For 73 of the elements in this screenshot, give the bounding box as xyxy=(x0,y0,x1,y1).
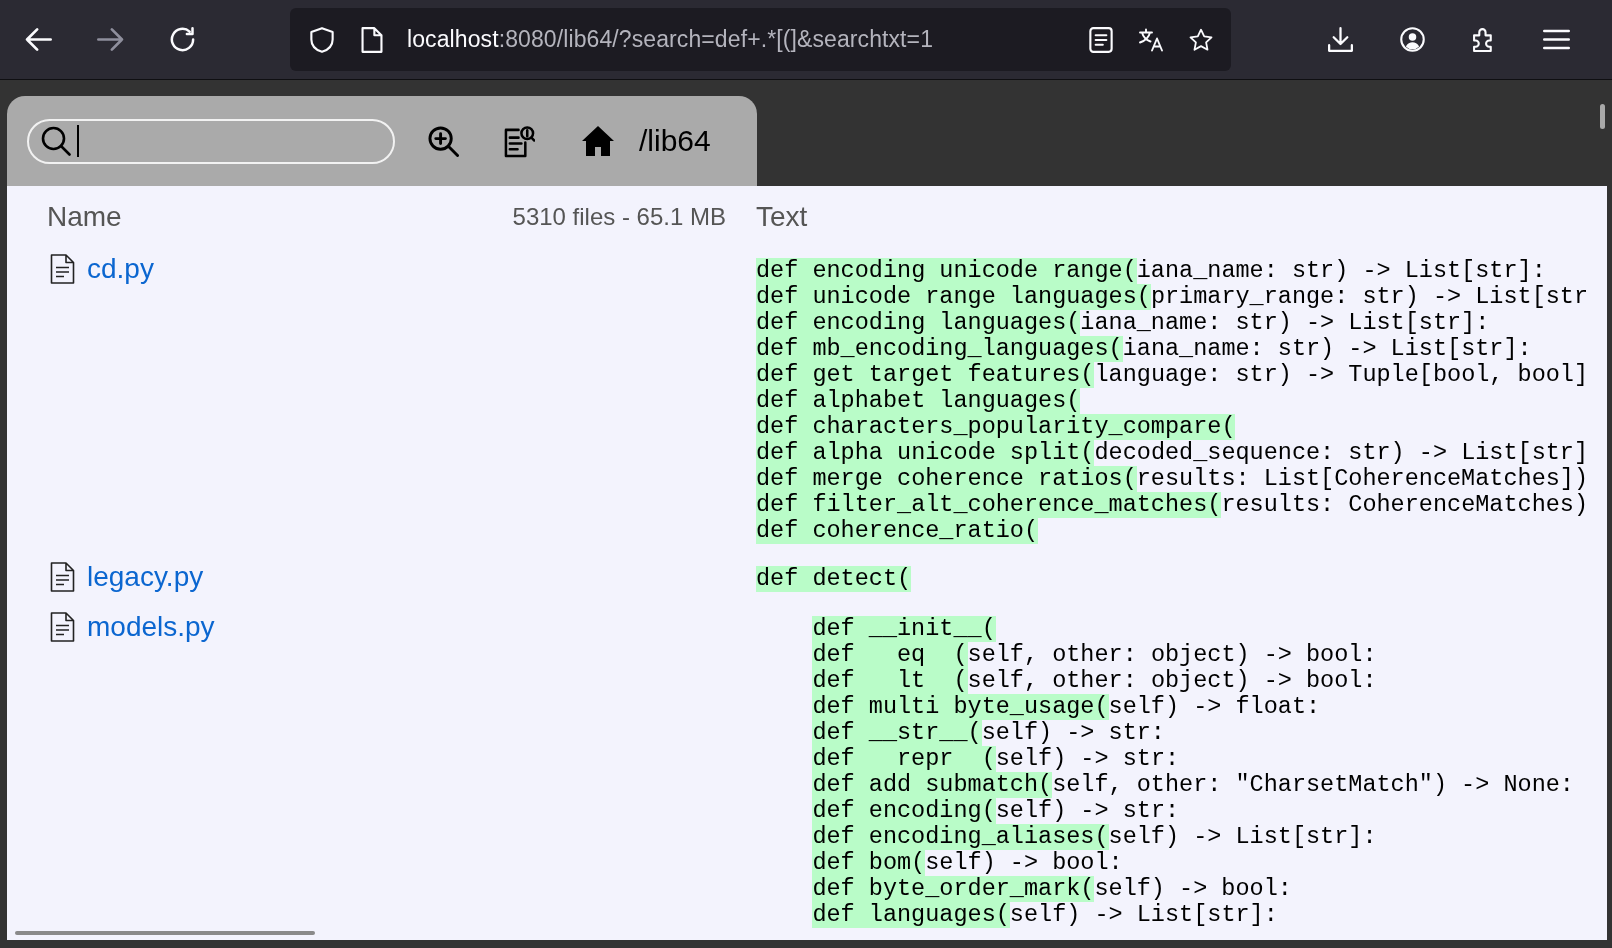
code-text: iana_name: str) -> List[str]: xyxy=(1122,336,1532,362)
search-match: def unicode range languages( xyxy=(756,284,1151,310)
code-text: iana_name: str) -> List[str]: xyxy=(1080,310,1490,336)
search-match: def encoding unicode range( xyxy=(756,258,1137,284)
code-text: iana_name: str) -> List[str]: xyxy=(1136,258,1546,284)
file-link[interactable]: legacy.py xyxy=(87,560,204,594)
search-match: def filter_alt_coherence_matches( xyxy=(756,492,1222,518)
search-match: def eq ( xyxy=(812,642,968,668)
search-match: def encoding languages( xyxy=(756,310,1081,336)
document-icon xyxy=(50,562,75,592)
document-search-icon[interactable] xyxy=(504,124,535,158)
code-text: self) -> List[str]: xyxy=(1108,824,1377,850)
search-match: def __init__( xyxy=(812,616,996,642)
search-match: def languages( xyxy=(812,902,1010,928)
reload-icon[interactable] xyxy=(169,27,196,52)
code-text: self) -> str: xyxy=(981,720,1165,746)
search-match: def encoding_aliases( xyxy=(812,824,1109,850)
code-text: self) -> List[str]: xyxy=(1009,902,1278,928)
search-match: def mb_encoding_languages( xyxy=(756,336,1123,362)
star-icon[interactable] xyxy=(1189,26,1213,53)
search-match: def bom( xyxy=(812,850,926,876)
search-match: def add submatch( xyxy=(812,772,1053,798)
address-bar[interactable]: localhost:8080/lib64/?search=def+.*[(]&searchtxt=1 xyxy=(290,8,1231,71)
code-text: primary_range: str) -> List[str xyxy=(1150,284,1589,310)
search-match: def characters_popularity_compare( xyxy=(756,414,1236,440)
code-text: self) -> str: xyxy=(995,798,1180,824)
code-text: self) -> str: xyxy=(995,746,1180,772)
column-header: Text xyxy=(756,200,809,234)
search-icon xyxy=(41,126,71,156)
search-match: def detect( xyxy=(756,566,912,592)
search-match: def __str__( xyxy=(812,720,982,746)
menu-icon[interactable] xyxy=(1543,27,1570,52)
code-text: self, other: "CharsetMatch") -> None: xyxy=(1052,772,1574,798)
search-match: def repr ( xyxy=(812,746,996,772)
document-icon xyxy=(50,612,75,642)
text-cursor xyxy=(77,125,79,157)
code-text: self) -> bool: xyxy=(1094,876,1292,902)
page-icon[interactable] xyxy=(360,26,384,53)
search-match: def coherence_ratio( xyxy=(756,518,1039,544)
code-text: results: List[CoherenceMatches]) xyxy=(1136,466,1589,492)
back-arrow-icon[interactable] xyxy=(25,27,52,52)
file-summary: 5310 files - 65.1 MB xyxy=(512,202,726,232)
translate-icon[interactable] xyxy=(1139,26,1163,53)
search-match: def get target features( xyxy=(756,362,1095,388)
search-match: def encoding( xyxy=(812,798,996,824)
search-match: def multi byte_usage( xyxy=(812,694,1109,720)
search-match: def alpha unicode split( xyxy=(756,440,1095,466)
current-path: /lib64 xyxy=(639,124,711,158)
code-text: self, other: object) -> bool: xyxy=(967,668,1377,694)
column-header: Name xyxy=(47,200,122,234)
code-text: decoded_sequence: str) -> List[str] xyxy=(1094,440,1589,466)
download-icon[interactable] xyxy=(1327,27,1354,52)
search-match: def alphabet languages( xyxy=(756,388,1081,414)
search-match: def merge coherence ratios( xyxy=(756,466,1137,492)
file-link[interactable]: models.py xyxy=(87,610,215,644)
code-text: self) -> bool: xyxy=(925,850,1123,876)
zoom-in-icon[interactable] xyxy=(428,125,459,157)
scrollbar-thumb[interactable] xyxy=(15,931,315,935)
file-link[interactable]: cd.py xyxy=(87,252,154,286)
search-field[interactable] xyxy=(27,118,395,164)
url-text[interactable]: localhost:8080/lib64/?search=def+.*[(]&searchtxt=1 xyxy=(407,26,1063,53)
search-match: def byte_order_mark( xyxy=(812,876,1095,902)
shield-icon[interactable] xyxy=(310,26,334,53)
code-text: self) -> float: xyxy=(1108,694,1321,720)
code-text: language: str) -> Tuple[bool, bool] xyxy=(1094,362,1589,388)
search-match: def lt ( xyxy=(812,668,968,694)
code-text: self, other: object) -> bool: xyxy=(967,642,1377,668)
code-text: results: CoherenceMatches) xyxy=(1221,492,1589,518)
home-icon[interactable] xyxy=(581,125,615,157)
document-icon xyxy=(50,254,75,284)
account-icon[interactable] xyxy=(1399,27,1426,52)
reader-view-icon[interactable] xyxy=(1089,26,1113,53)
scrollbar-thumb[interactable] xyxy=(1600,104,1605,129)
